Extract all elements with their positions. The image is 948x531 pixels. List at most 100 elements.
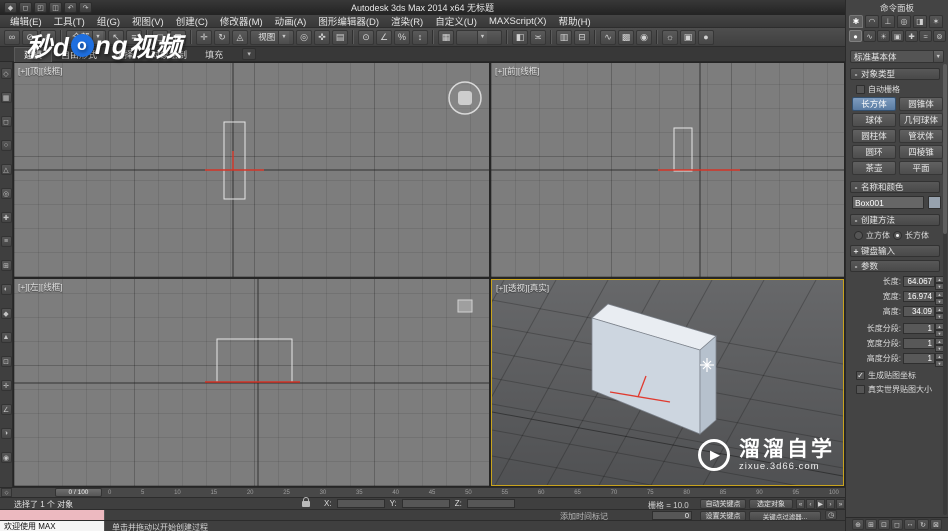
- real-world-map-size-checkbox[interactable]: ✓: [856, 385, 865, 394]
- time-configuration-icon[interactable]: ◷: [825, 510, 837, 520]
- next-frame-icon[interactable]: ›: [826, 499, 835, 509]
- systems-category-icon[interactable]: ⊚: [933, 30, 946, 42]
- ribbon-minimize-icon[interactable]: ▾: [242, 48, 257, 60]
- go-to-start-icon[interactable]: «: [796, 499, 805, 509]
- menu-item[interactable]: 动画(A): [269, 14, 313, 28]
- use-pivot-center-icon[interactable]: ◎: [296, 29, 312, 45]
- go-to-end-icon[interactable]: »: [836, 499, 845, 509]
- loops-icon[interactable]: ◎: [0, 188, 12, 199]
- graphite-ribbon-toggle-icon[interactable]: ⊟: [574, 29, 590, 45]
- geosphere-button[interactable]: 几何球体: [899, 113, 943, 127]
- shapes-category-icon[interactable]: ∿: [863, 30, 876, 42]
- zoom-all-icon[interactable]: ⊞: [865, 519, 877, 530]
- curve-editor-icon[interactable]: ∿: [600, 29, 616, 45]
- menu-item[interactable]: 渲染(R): [385, 14, 429, 28]
- selection-sets-icon[interactable]: ⊡: [0, 356, 12, 367]
- helpers-category-icon[interactable]: ✚: [905, 30, 918, 42]
- create-tab-icon[interactable]: ✱: [849, 15, 863, 28]
- display-tab-icon[interactable]: ◨: [913, 15, 927, 28]
- poly-modeling-section-icon[interactable]: ◇: [0, 68, 12, 79]
- creation-method-rollout-header[interactable]: - 创建方法: [850, 214, 940, 226]
- viewport-left-label[interactable]: [+][左][线框]: [18, 281, 63, 293]
- previous-frame-icon[interactable]: ‹: [806, 499, 815, 509]
- spinner-snap-icon[interactable]: ↕: [412, 29, 428, 45]
- width-input[interactable]: [903, 291, 935, 302]
- primitive-category-dropdown[interactable]: 标准基本体 ▼: [850, 50, 944, 63]
- menu-item[interactable]: 工具(T): [48, 14, 91, 28]
- named-selection-dropdown[interactable]: ▼: [456, 29, 502, 45]
- viewport-top-label[interactable]: [+][顶][线框]: [18, 65, 63, 77]
- cube-radio[interactable]: [854, 231, 863, 240]
- render-setup-icon[interactable]: ☼: [662, 29, 678, 45]
- rendered-frame-icon[interactable]: ▣: [680, 29, 696, 45]
- x-coord-input[interactable]: [336, 499, 385, 508]
- ribbon-tab-populate[interactable]: 填充: [196, 47, 232, 62]
- pyramid-button[interactable]: 四棱锥: [899, 145, 943, 159]
- length-segments-input[interactable]: [903, 323, 935, 334]
- autogrid-checkbox[interactable]: ✓: [856, 85, 865, 94]
- display-section-icon[interactable]: ◑: [0, 428, 12, 439]
- cylinder-button[interactable]: 圆柱体: [852, 129, 896, 143]
- angle-snap-icon[interactable]: ∠: [376, 29, 392, 45]
- snaps-toggle-icon[interactable]: ⊙: [358, 29, 374, 45]
- width-segments-input[interactable]: [903, 338, 935, 349]
- viewport-top[interactable]: [+][顶][线框]: [14, 63, 489, 277]
- geometry-all-icon[interactable]: ○: [0, 140, 12, 151]
- zoom-icon[interactable]: ⊕: [852, 519, 864, 530]
- sphere-button[interactable]: 球体: [852, 113, 896, 127]
- visibility-section-icon[interactable]: ◐: [0, 284, 12, 295]
- zoom-extents-icon[interactable]: ⊡: [878, 519, 890, 530]
- maximize-viewport-icon[interactable]: ⊠: [930, 519, 942, 530]
- time-slider[interactable]: 0 / 100: [55, 488, 102, 497]
- track-bar-toggle-icon[interactable]: ◇: [1, 488, 12, 497]
- y-coord-input[interactable]: [401, 499, 450, 508]
- maxscript-mini-listener[interactable]: 欢迎使用 MAX: [0, 521, 105, 531]
- cone-button[interactable]: 圆锥体: [899, 97, 943, 111]
- select-and-rotate-icon[interactable]: ↻: [214, 29, 230, 45]
- select-and-move-icon[interactable]: ✛: [196, 29, 212, 45]
- zoom-region-icon[interactable]: ◻: [891, 519, 903, 530]
- auto-key-button[interactable]: 自动关键点: [700, 499, 746, 509]
- panel-scrollbar[interactable]: [943, 64, 947, 515]
- menu-item[interactable]: 视图(V): [126, 14, 170, 28]
- undo-icon[interactable]: ↶: [64, 2, 77, 13]
- tube-button[interactable]: 管状体: [899, 129, 943, 143]
- mirror-icon[interactable]: ◧: [512, 29, 528, 45]
- play-icon[interactable]: ▶: [816, 499, 825, 509]
- schematic-view-icon[interactable]: ▩: [618, 29, 634, 45]
- layer-manager-icon[interactable]: ▥: [556, 29, 572, 45]
- render-production-icon[interactable]: ●: [698, 29, 714, 45]
- torus-button[interactable]: 圆环: [852, 145, 896, 159]
- selected-filter-dropdown[interactable]: 选定对象: [749, 499, 793, 509]
- height-input[interactable]: [903, 306, 935, 317]
- menu-item[interactable]: 图形编辑器(D): [312, 14, 385, 28]
- hierarchy-tab-icon[interactable]: ⊥: [881, 15, 895, 28]
- plane-button[interactable]: 平面: [899, 161, 943, 175]
- new-scene-icon[interactable]: ◻: [19, 2, 32, 13]
- reference-coordinate-dropdown[interactable]: 视图 ▼: [250, 29, 294, 45]
- orbit-icon[interactable]: ↻: [917, 519, 929, 530]
- menu-item[interactable]: 帮助(H): [552, 14, 596, 28]
- viewport-left[interactable]: [+][左][线框]: [14, 279, 489, 486]
- select-and-link-icon[interactable]: ∞: [4, 29, 20, 45]
- angle-section-icon[interactable]: ∠: [0, 404, 12, 415]
- pivot-section-icon[interactable]: ◆: [0, 308, 12, 319]
- maxscript-mini-listener-top[interactable]: [0, 510, 105, 520]
- generate-mapping-coords-checkbox[interactable]: ✓: [856, 371, 865, 380]
- object-type-rollout-header[interactable]: - 对象类型: [850, 68, 940, 80]
- subdivision-icon[interactable]: △: [0, 164, 12, 175]
- length-input[interactable]: [903, 276, 935, 287]
- keyboard-entry-rollout-header[interactable]: + 键盘输入: [850, 245, 940, 257]
- open-file-icon[interactable]: ◰: [34, 2, 47, 13]
- menu-item[interactable]: 编辑(E): [4, 14, 48, 28]
- properties-section-icon[interactable]: ⊞: [0, 260, 12, 271]
- modify-tab-icon[interactable]: ◠: [865, 15, 879, 28]
- select-and-scale-icon[interactable]: ◬: [232, 29, 248, 45]
- height-segments-input[interactable]: [903, 353, 935, 364]
- teapot-button[interactable]: 茶壶: [852, 161, 896, 175]
- keyboard-override-icon[interactable]: ▤: [332, 29, 348, 45]
- viewport-perspective-label[interactable]: [+][透视][真实]: [496, 282, 549, 294]
- current-frame-input[interactable]: [652, 511, 692, 520]
- modify-selection-icon[interactable]: ▦: [0, 92, 12, 103]
- box-radio[interactable]: [893, 231, 902, 240]
